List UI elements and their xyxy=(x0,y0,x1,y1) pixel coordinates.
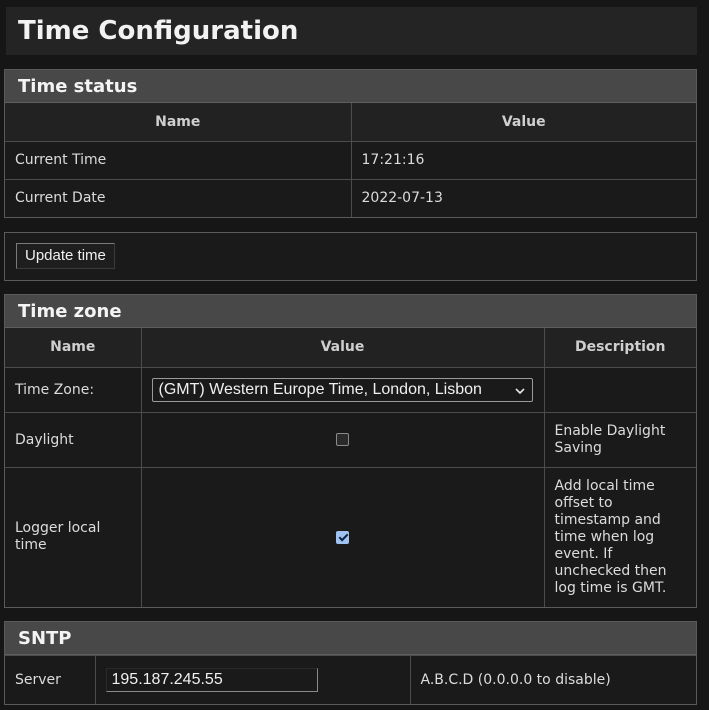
logger-local-time-description: Add local time offset to timestamp and t… xyxy=(543,466,696,607)
column-header-value: Value xyxy=(350,103,696,142)
server-value-cell xyxy=(94,655,411,704)
time-zone-description xyxy=(543,366,696,413)
sntp-section: SNTP Server A.B.C.D (0.0.0.0 to disable) xyxy=(4,621,697,705)
table-row: Logger local time Add local time offset … xyxy=(5,466,696,607)
logger-local-time-checkbox[interactable] xyxy=(336,530,349,544)
daylight-checkbox[interactable] xyxy=(336,433,349,446)
table-row: Current Time 17:21:16 xyxy=(5,140,696,180)
time-zone-select[interactable]: (GMT) Western Europe Time, London, Lisbo… xyxy=(151,377,533,404)
time-zone-label: Time Zone: xyxy=(5,366,142,413)
sntp-table: Server A.B.C.D (0.0.0.0 to disable) xyxy=(5,655,696,704)
current-date-label: Current Date xyxy=(5,178,352,217)
column-header-description: Description xyxy=(543,328,696,368)
column-header-value: Value xyxy=(140,328,545,368)
table-row: Server A.B.C.D (0.0.0.0 to disable) xyxy=(5,655,696,704)
server-label: Server xyxy=(5,655,96,704)
table-row: Daylight Enable Daylight Saving xyxy=(5,411,696,468)
server-input[interactable] xyxy=(105,667,318,692)
time-zone-header: Time zone xyxy=(5,295,696,328)
daylight-value-cell xyxy=(140,411,545,468)
time-status-section: Time status Name Value Current Time 17:2… xyxy=(4,69,697,218)
logger-local-time-value-cell xyxy=(140,466,545,607)
server-description: A.B.C.D (0.0.0.0 to disable) xyxy=(409,655,696,704)
time-zone-value-cell: (GMT) Western Europe Time, London, Lisbo… xyxy=(140,366,545,413)
time-status-table: Name Value Current Time 17:21:16 Current… xyxy=(5,103,696,217)
chevron-down-icon xyxy=(514,380,526,404)
time-status-header: Time status xyxy=(5,70,696,103)
page-title: Time Configuration xyxy=(6,7,697,55)
daylight-label: Daylight xyxy=(5,411,142,468)
time-zone-table: Name Value Description Time Zone: (GMT) … xyxy=(5,328,696,607)
column-header-name: Name xyxy=(5,328,142,368)
current-time-value: 17:21:16 xyxy=(350,140,696,180)
logger-local-time-label: Logger local time xyxy=(5,466,142,607)
table-row: Current Date 2022-07-13 xyxy=(5,178,696,217)
current-time-label: Current Time xyxy=(5,140,352,180)
update-time-button[interactable]: Update time xyxy=(16,243,115,269)
daylight-description: Enable Daylight Saving xyxy=(543,411,696,468)
column-header-name: Name xyxy=(5,103,352,142)
time-zone-selected-value: (GMT) Western Europe Time, London, Lisbo… xyxy=(158,380,482,398)
sntp-header: SNTP xyxy=(5,622,696,655)
update-time-panel: Update time xyxy=(4,232,697,281)
current-date-value: 2022-07-13 xyxy=(350,178,696,217)
table-row: Time Zone: (GMT) Western Europe Time, Lo… xyxy=(5,366,696,413)
time-zone-section: Time zone Name Value Description Time Zo… xyxy=(4,294,697,608)
